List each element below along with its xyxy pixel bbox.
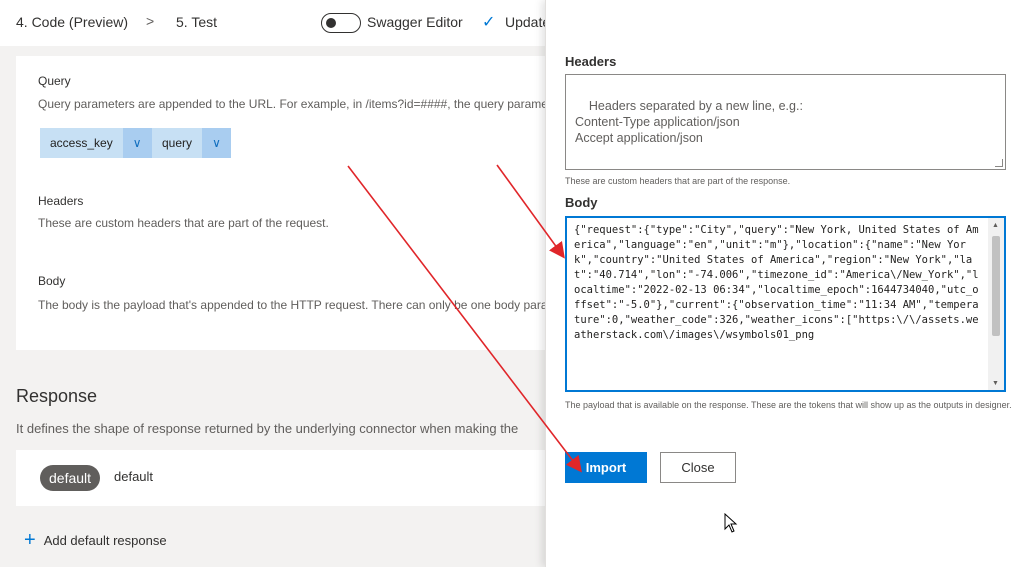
import-button[interactable]: Import: [565, 452, 647, 483]
param-pill-query[interactable]: query ∨: [152, 128, 232, 158]
body-description: The body is the payload that's appended …: [38, 298, 548, 312]
add-default-response-label: Add default response: [43, 532, 167, 548]
headers-description: These are custom headers that are part o…: [38, 216, 329, 230]
query-description: Query parameters are appended to the URL…: [38, 97, 548, 111]
panel-body-help: The payload that is available on the res…: [565, 400, 1012, 410]
body-json-text: {"request":{"type":"City","query":"New Y…: [574, 224, 979, 341]
panel-headers-label: Headers: [565, 54, 617, 69]
close-button[interactable]: Close: [660, 452, 736, 483]
panel-headers-help: These are custom headers that are part o…: [565, 176, 791, 186]
step-code-preview[interactable]: 4. Code (Preview): [16, 14, 128, 30]
scroll-thumb[interactable]: [992, 236, 1000, 336]
query-title: Query: [38, 74, 71, 88]
wizard-nav: 4. Code (Preview) > 5. Test Swagger Edit…: [0, 0, 550, 46]
swagger-editor-label: Swagger Editor: [367, 14, 463, 30]
step-test[interactable]: 5. Test: [176, 14, 217, 30]
response-title: Response: [16, 386, 98, 406]
default-response-badge[interactable]: default: [40, 465, 101, 491]
chevron-down-icon[interactable]: ∨: [122, 128, 152, 158]
request-panel: Query Query parameters are appended to t…: [16, 56, 548, 350]
headers-placeholder: Headers separated by a new line, e.g.: C…: [575, 99, 803, 145]
chevron-down-icon[interactable]: ∨: [202, 128, 232, 158]
checkmark-icon: ✓: [482, 14, 496, 31]
body-title: Body: [38, 274, 66, 288]
param-label: query: [162, 136, 193, 150]
body-scrollbar[interactable]: ▲ ▼: [988, 218, 1004, 390]
default-response-label: default: [114, 469, 154, 484]
headers-textarea[interactable]: Headers separated by a new line, e.g.: C…: [565, 74, 1006, 170]
plus-icon: +: [24, 529, 36, 551]
scroll-down-icon[interactable]: ▼: [992, 380, 999, 387]
scroll-up-icon[interactable]: ▲: [992, 222, 999, 229]
panel-body-label: Body: [565, 195, 598, 210]
param-label: access_key: [50, 136, 113, 150]
toggle-knob: [326, 18, 336, 28]
response-row[interactable]: default default: [16, 450, 548, 506]
update-connector-button[interactable]: Update: [505, 14, 550, 30]
headers-title: Headers: [38, 194, 84, 208]
response-description: It defines the shape of response returne…: [16, 421, 519, 436]
chevron-right-icon: >: [146, 13, 155, 29]
add-default-response-button[interactable]: + Add default response: [24, 530, 167, 550]
param-pill-access-key[interactable]: access_key ∨: [40, 128, 152, 158]
resize-handle-icon[interactable]: [995, 159, 1003, 167]
swagger-editor-toggle[interactable]: [321, 13, 361, 33]
import-sample-panel: Headers Headers separated by a new line,…: [545, 0, 1024, 567]
body-textarea[interactable]: {"request":{"type":"City","query":"New Y…: [565, 216, 1006, 392]
mouse-cursor-icon: [724, 513, 738, 533]
